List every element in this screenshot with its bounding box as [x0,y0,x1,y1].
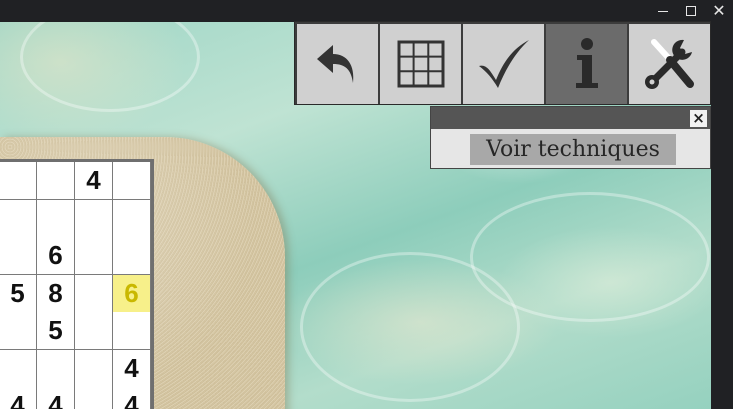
water-caustic [20,22,200,112]
sudoku-cell[interactable] [113,237,151,275]
window-border [711,22,733,409]
check-button[interactable] [463,24,544,104]
sudoku-cell[interactable]: 4 [75,162,113,200]
sudoku-cell[interactable] [113,312,151,350]
sudoku-cell[interactable]: 4 [113,349,151,388]
sudoku-cell[interactable] [75,312,113,350]
sudoku-cell[interactable] [75,387,113,409]
sudoku-cell[interactable]: 5 [37,312,75,350]
sudoku-cell[interactable]: 4 [0,387,37,409]
sudoku-cell[interactable] [0,199,37,238]
minimize-icon[interactable] [649,0,677,22]
sudoku-board: 4658654444 [0,159,155,409]
sudoku-cell[interactable]: 4 [113,387,151,409]
info-icon [575,38,598,88]
tools-button[interactable] [629,24,710,104]
sudoku-cell[interactable] [75,237,113,275]
sudoku-cell[interactable] [37,349,75,388]
sudoku-cell[interactable] [0,162,37,200]
sudoku-cell[interactable] [0,237,37,275]
grid-icon [397,40,444,88]
sudoku-cell[interactable] [75,274,113,313]
panel-header: × [431,107,710,129]
sudoku-cell[interactable] [113,199,151,238]
window-titlebar: ✕ [0,0,733,22]
grid-button[interactable] [380,24,461,104]
sudoku-cell[interactable] [0,349,37,388]
techniques-panel: × Voir techniques [430,106,711,169]
checkmark-icon [478,40,529,88]
sudoku-cell[interactable]: 8 [37,274,75,313]
sudoku-cell[interactable] [37,162,75,200]
sudoku-cell[interactable] [75,199,113,238]
wrench-screwdriver-icon [644,39,694,89]
sudoku-cell[interactable] [0,312,37,350]
view-techniques-button[interactable]: Voir techniques [470,134,676,165]
water-caustic [300,252,520,402]
sudoku-cell[interactable]: 4 [37,387,75,409]
undo-arrow-icon [316,45,353,83]
sudoku-cell[interactable]: 6 [37,237,75,275]
sudoku-cell[interactable]: 5 [0,274,37,313]
undo-button[interactable] [297,24,378,104]
sudoku-cell[interactable] [37,199,75,238]
maximize-icon[interactable] [677,0,705,22]
sudoku-cell[interactable] [75,349,113,388]
sudoku-cell[interactable] [113,162,151,200]
game-toolbar [294,21,711,105]
panel-close-button[interactable]: × [690,110,707,127]
info-button[interactable] [546,24,627,104]
close-icon[interactable]: ✕ [705,0,733,22]
sudoku-cell-highlighted[interactable]: 6 [113,274,151,313]
